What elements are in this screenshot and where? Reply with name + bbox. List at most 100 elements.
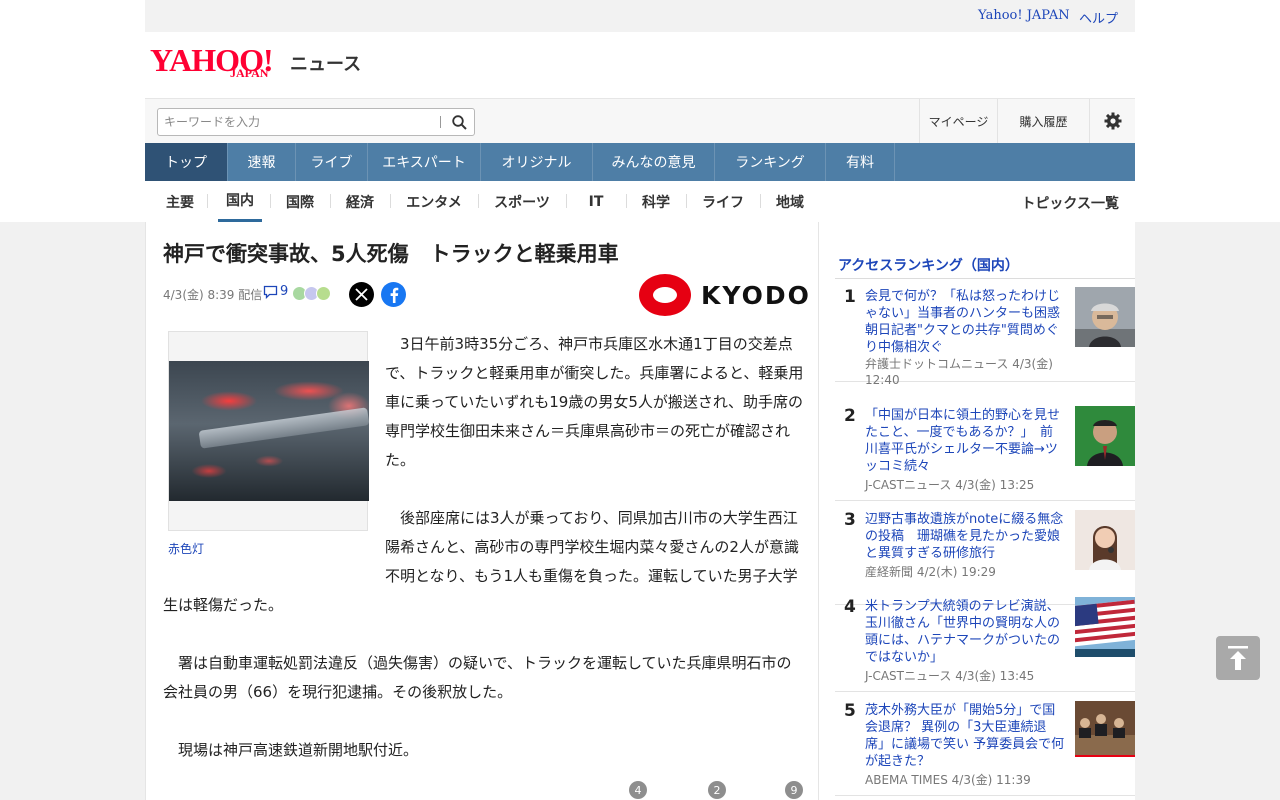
article-title: 神戸で衝突事故、5人死傷 トラックと軽乗用車 <box>163 242 619 266</box>
category-region[interactable]: 地域 <box>770 181 810 222</box>
ranking-item[interactable]: 5 茂木外務大臣が「開始5分」で国会退席？ 異例の「3大臣連続退席」に議場で笑い… <box>835 693 1135 796</box>
main-nav-expert[interactable]: エキスパート <box>368 143 481 181</box>
main-nav-live[interactable]: ライブ <box>296 143 368 181</box>
article-paragraph: 署は自動車運転処罰法違反（過失傷害）の疑いで、トラックを運転していた兵庫県明石市… <box>163 654 792 701</box>
yahoo-japan-link[interactable]: Yahoo! JAPAN <box>978 8 1070 23</box>
category-economy[interactable]: 経済 <box>340 181 380 222</box>
kyodo-logo-text: KYODO <box>701 280 811 310</box>
ranking-number: 2 <box>844 406 856 426</box>
ranking-number: 1 <box>844 287 856 307</box>
arrow-up-icon <box>1228 646 1248 670</box>
category-it[interactable]: IT <box>576 181 616 222</box>
reaction-count-badge: 2 <box>708 781 726 799</box>
facebook-share-button[interactable] <box>381 282 406 307</box>
category-divider <box>270 194 271 208</box>
ranking-number: 4 <box>844 597 856 617</box>
category-divider <box>566 194 567 208</box>
reaction-count-badge: 4 <box>629 781 647 799</box>
article-body: 3日午前3時35分ごろ、神戸市兵庫区水木通1丁目の交差点で、トラックと軽乗用車が… <box>163 330 804 794</box>
purchase-history-button[interactable]: 購入履歴 <box>997 99 1089 143</box>
search-divider <box>440 116 441 128</box>
ranking-title[interactable]: 茂木外務大臣が「開始5分」で国会退席？ 異例の「3大臣連続退席」に議場で笑い 予… <box>865 702 1065 770</box>
ranking-source: J-CASTニュース 4/3(金) 13:25 <box>865 478 1035 492</box>
category-main[interactable]: 主要 <box>160 181 200 222</box>
category-divider <box>478 194 479 208</box>
category-life[interactable]: ライフ <box>696 181 750 222</box>
ranking-item[interactable]: 4 米トランプ大統領のテレビ演説、玉川徹さん「世界中の賢明な人の頭には、ハテナマ… <box>835 589 1135 692</box>
search-input[interactable] <box>158 109 440 135</box>
ranking-title[interactable]: 辺野古事故遺族がnoteに綴る無念の投稿 珊瑚礁を見たかった愛娘と異質すぎる研修… <box>865 511 1065 562</box>
kyodo-logo[interactable]: KYODO <box>639 274 811 316</box>
comment-count: 9 <box>280 284 289 299</box>
main-nav: トップ 速報 ライブ エキスパート オリジナル みんなの意見 ランキング 有料 <box>145 143 1135 181</box>
main-nav-paid[interactable]: 有料 <box>826 143 895 181</box>
category-international[interactable]: 国際 <box>280 181 320 222</box>
gear-icon <box>1104 112 1121 130</box>
back-to-top-button[interactable] <box>1216 636 1260 680</box>
category-divider <box>626 194 627 208</box>
category-divider <box>390 194 391 208</box>
category-divider <box>207 194 208 208</box>
ranking-thumbnail <box>1075 701 1135 761</box>
ranking-item[interactable]: 2 「中国が日本に領土的野心を見せたこと、一度でもあるか？」 前川喜平氏がシェル… <box>835 398 1135 501</box>
main-nav-ranking[interactable]: ランキング <box>715 143 826 181</box>
x-share-button[interactable] <box>349 282 374 307</box>
search-box <box>157 108 475 136</box>
ranking-thumbnail <box>1075 510 1135 570</box>
main-nav-original[interactable]: オリジナル <box>481 143 593 181</box>
category-entertainment[interactable]: エンタメ <box>400 181 468 222</box>
main-nav-breaking[interactable]: 速報 <box>228 143 296 181</box>
category-divider <box>686 194 687 208</box>
search-icon <box>451 114 467 130</box>
ranking-title[interactable]: 「中国が日本に領土的野心を見せたこと、一度でもあるか？」 前川喜平氏がシェルター… <box>865 407 1065 475</box>
facebook-icon <box>390 287 398 303</box>
category-domestic[interactable]: 国内 <box>218 181 262 222</box>
person-photo-icon <box>1075 287 1135 347</box>
ranking-heading[interactable]: アクセスランキング（国内） <box>838 255 1019 275</box>
ranking-source: J-CASTニュース 4/3(金) 13:45 <box>865 669 1035 683</box>
ranking-number: 5 <box>844 701 856 721</box>
person-photo-icon <box>1075 406 1135 466</box>
access-ranking: アクセスランキング（国内） 1 会見で何が？「私は怒ったわけじゃない」当事者のハ… <box>819 222 1135 800</box>
reaction-count-badge: 9 <box>785 781 803 799</box>
ranking-title[interactable]: 会見で何が？「私は怒ったわけじゃない」当事者のハンターも困惑 朝日記者"クマとの… <box>865 288 1065 356</box>
logo-japan-text: JAPAN <box>230 66 269 80</box>
search-toolbar: マイページ 購入履歴 <box>145 98 1135 143</box>
category-nav: 主要 国内 国際 経済 エンタメ スポーツ IT 科学 ライフ 地域 トピックス… <box>145 181 1135 222</box>
mypage-button[interactable]: マイページ <box>919 99 997 143</box>
search-button[interactable] <box>444 109 474 135</box>
ranking-source: ABEMA TIMES 4/3(金) 11:39 <box>865 773 1031 787</box>
understand-face-icon <box>316 286 331 301</box>
main-nav-opinion[interactable]: みんなの意見 <box>593 143 715 181</box>
logo-news-text: ニュース <box>290 54 362 75</box>
ranking-source: 産経新聞 4/2(木) 19:29 <box>865 565 996 579</box>
ranking-title[interactable]: 米トランプ大統領のテレビ演説、玉川徹さん「世界中の賢明な人の頭には、ハテナマーク… <box>865 598 1065 666</box>
ranking-thumbnail <box>1075 287 1135 347</box>
article: 神戸で衝突事故、5人死傷 トラックと軽乗用車 4/3(金) 8:39 配信 9 … <box>145 222 819 800</box>
ranking-number: 3 <box>844 510 856 530</box>
us-flag-icon <box>1075 597 1135 657</box>
yahoo-news-logo[interactable]: YAHOO! JAPAN ニュース <box>150 44 361 80</box>
settings-button[interactable] <box>1089 99 1135 143</box>
comment-icon <box>263 285 278 299</box>
kyodo-mark-icon <box>639 274 691 316</box>
ranking-source: 弁護士ドットコムニュース 4/3(金) 12:40 <box>865 357 1053 387</box>
article-paragraph: 現場は神戸高速鉄道新開地駅付近。 <box>163 741 419 759</box>
help-link[interactable]: ヘルプ <box>1079 8 1118 27</box>
comments-link[interactable]: 9 <box>263 284 288 299</box>
x-logo-icon <box>355 288 368 301</box>
category-divider <box>330 194 331 208</box>
ranking-thumbnail <box>1075 597 1135 657</box>
ranking-thumbnail <box>1075 406 1135 466</box>
ranking-item[interactable]: 1 会見で何が？「私は怒ったわけじゃない」当事者のハンターも困惑 朝日記者"クマ… <box>835 279 1135 387</box>
topics-list-link[interactable]: トピックス一覧 <box>1021 193 1119 213</box>
main-nav-top[interactable]: トップ <box>145 143 228 181</box>
category-science[interactable]: 科学 <box>636 181 676 222</box>
reaction-faces <box>292 286 331 301</box>
article-date: 4/3(金) 8:39 配信 <box>163 288 263 302</box>
parliament-photo-icon <box>1075 701 1135 761</box>
category-sports[interactable]: スポーツ <box>488 181 556 222</box>
utility-bar: Yahoo! JAPAN ヘルプ <box>145 0 1135 32</box>
category-divider <box>760 194 761 208</box>
person-photo-icon <box>1075 510 1135 570</box>
